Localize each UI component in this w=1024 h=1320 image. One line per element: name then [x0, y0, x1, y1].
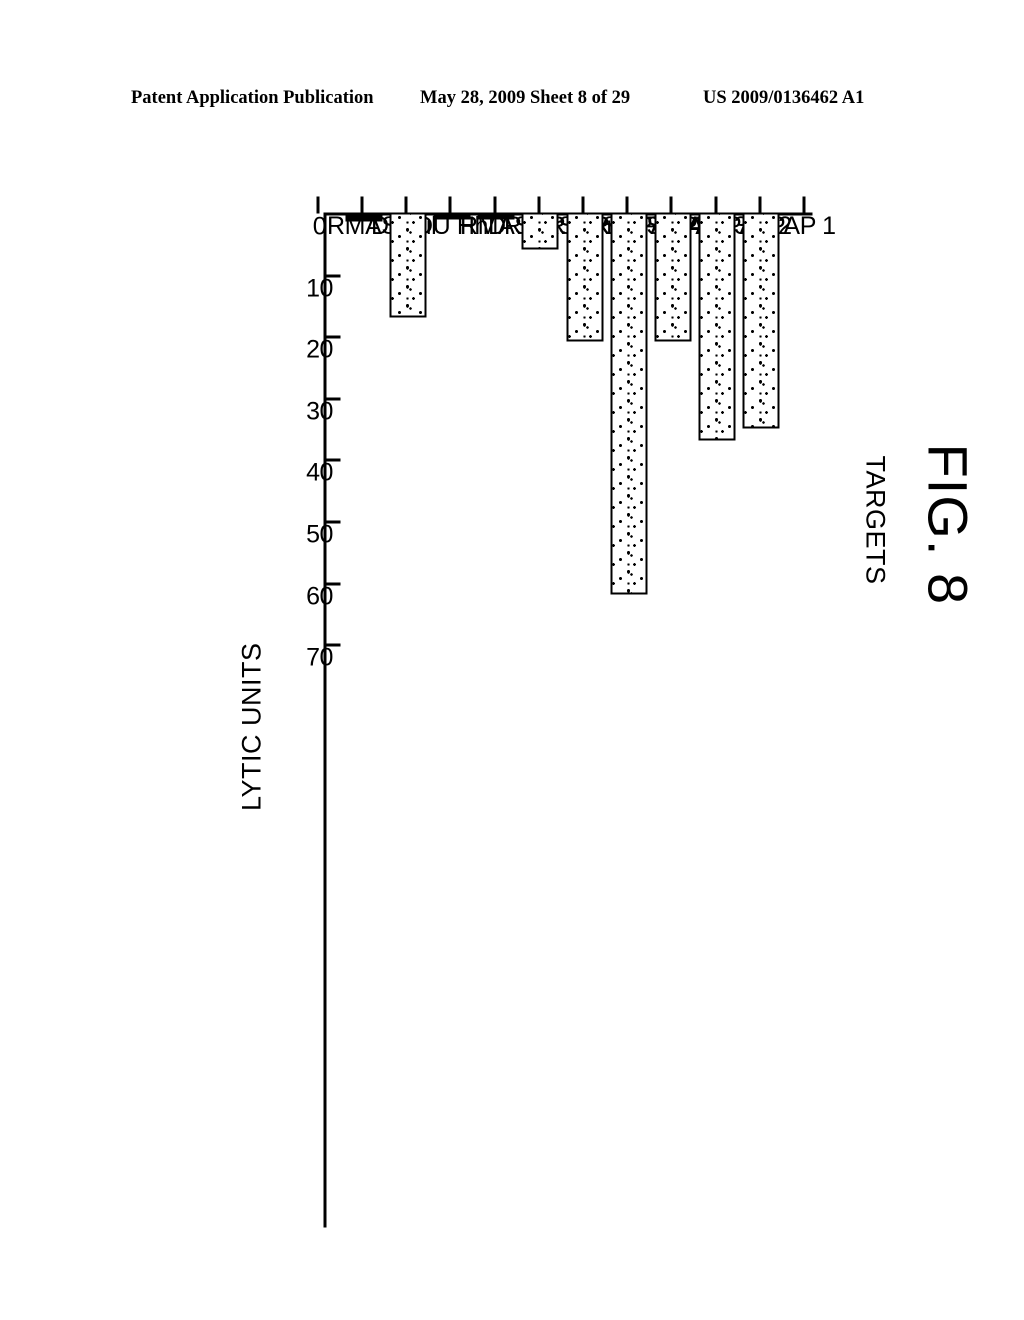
bar — [477, 212, 515, 220]
value-tick-label: 60 — [305, 582, 333, 611]
category-tick — [448, 196, 452, 214]
value-tick-label: 70 — [305, 643, 333, 672]
figure-8-drawing: 010203040506070 PAP 1PAP 2PAP 3PAP 4RMAS… — [0, 120, 1024, 1320]
patent-date-sheet-label: May 28, 2009 Sheet 8 of 29 — [420, 88, 631, 108]
category-tick — [669, 196, 673, 214]
patent-number-label: US 2009/0136462 A1 — [703, 88, 865, 108]
figure-caption: FIG. 8 — [916, 443, 979, 606]
patent-header: Patent Application Publication May 28, 2… — [0, 88, 1024, 114]
category-tick — [757, 196, 761, 214]
bar — [521, 212, 559, 250]
bar — [654, 212, 691, 342]
category-tick — [625, 196, 629, 214]
category-tick — [536, 196, 540, 214]
value-tick-label: 10 — [305, 274, 333, 303]
bar — [565, 212, 603, 342]
category-tick — [404, 196, 408, 214]
bar — [698, 212, 736, 441]
bar — [344, 212, 382, 222]
bar — [609, 212, 647, 595]
bar — [433, 212, 470, 220]
value-tick-label: 20 — [305, 335, 333, 364]
bar — [742, 212, 780, 429]
category-tick — [713, 196, 717, 214]
value-tick-label: 30 — [305, 397, 333, 426]
patent-publication-label: Patent Application Publication — [131, 88, 374, 108]
bar — [388, 212, 426, 318]
value-tick-label: 40 — [305, 458, 333, 487]
category-tick — [802, 196, 806, 214]
value-axis-title: LYTIC UNITS — [236, 642, 266, 812]
bar-chart-rotated-container: 010203040506070 PAP 1PAP 2PAP 3PAP 4RMAS… — [212, 196, 979, 1228]
value-axis-line — [323, 212, 326, 1228]
category-tick — [581, 196, 585, 214]
category-tick — [315, 196, 319, 214]
category-axis-title: TARGETS — [860, 455, 890, 585]
bar-chart-plot: 010203040506070 PAP 1PAP 2PAP 3PAP 4RMAS… — [212, 196, 979, 1228]
category-tick — [360, 196, 364, 214]
category-tick — [492, 196, 496, 214]
value-tick-label: 50 — [305, 520, 333, 549]
